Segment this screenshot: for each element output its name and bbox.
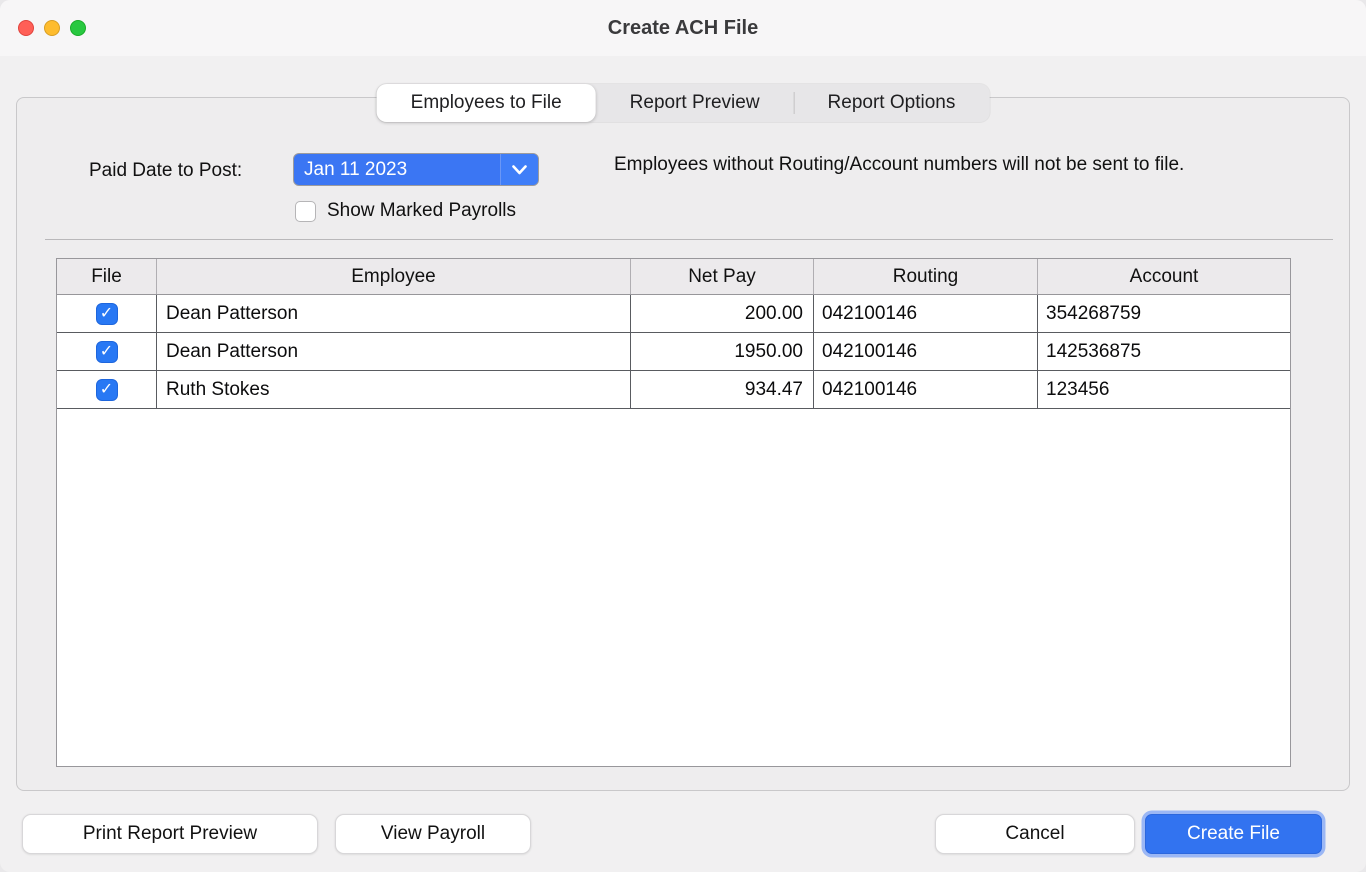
paid-date-value: Jan 11 2023 (294, 154, 500, 185)
paid-date-label: Paid Date to Post: (89, 160, 242, 182)
check-icon: ✓ (100, 382, 113, 398)
check-icon: ✓ (100, 344, 113, 360)
table-row: ✓ Dean Patterson200.00042100146354268759 (57, 295, 1290, 333)
traffic-lights (18, 20, 86, 36)
employees-table: File Employee Net Pay Routing Account ✓ D… (56, 258, 1291, 767)
titlebar: Create ACH File (0, 0, 1366, 56)
account-cell: 123456 (1038, 371, 1290, 408)
close-button[interactable] (18, 20, 34, 36)
routing-cell: 042100146 (814, 333, 1038, 370)
table-row: ✓ Ruth Stokes934.47042100146123456 (57, 371, 1290, 409)
employee-cell: Dean Patterson (157, 333, 631, 370)
window-title: Create ACH File (608, 17, 758, 40)
show-marked-payrolls-label: Show Marked Payrolls (327, 200, 516, 222)
notice-text: Employees without Routing/Account number… (614, 151, 1232, 178)
net-pay-cell: 1950.00 (631, 333, 814, 370)
file-cell: ✓ (57, 333, 157, 370)
account-cell: 354268759 (1038, 295, 1290, 332)
employee-cell: Dean Patterson (157, 295, 631, 332)
employee-cell: Ruth Stokes (157, 371, 631, 408)
view-payroll-button[interactable]: View Payroll (335, 814, 531, 854)
show-marked-payrolls-checkbox[interactable] (295, 201, 316, 222)
account-cell: 142536875 (1038, 333, 1290, 370)
chevron-down-icon[interactable] (500, 154, 538, 185)
zoom-button[interactable] (70, 20, 86, 36)
row-file-checkbox[interactable]: ✓ (96, 341, 118, 363)
table-body: ✓Dean Patterson200.00042100146354268759✓… (57, 295, 1290, 409)
routing-cell: 042100146 (814, 295, 1038, 332)
tab-employees-to-file[interactable]: Employees to File (377, 84, 596, 122)
row-file-checkbox[interactable]: ✓ (96, 379, 118, 401)
file-cell: ✓ (57, 371, 157, 408)
divider (45, 239, 1333, 240)
print-report-preview-button[interactable]: Print Report Preview (22, 814, 318, 854)
minimize-button[interactable] (44, 20, 60, 36)
tab-report-options[interactable]: Report Options (794, 84, 990, 122)
column-header-file: File (57, 259, 157, 294)
cancel-button[interactable]: Cancel (935, 814, 1135, 854)
check-icon: ✓ (100, 306, 113, 322)
net-pay-cell: 934.47 (631, 371, 814, 408)
show-marked-payrolls-row: Show Marked Payrolls (295, 200, 516, 222)
column-header-account: Account (1038, 259, 1290, 294)
file-cell: ✓ (57, 295, 157, 332)
paid-date-select[interactable]: Jan 11 2023 (293, 153, 539, 186)
row-file-checkbox[interactable]: ✓ (96, 303, 118, 325)
create-file-button[interactable]: Create File (1145, 814, 1322, 854)
column-header-net-pay: Net Pay (631, 259, 814, 294)
column-header-employee: Employee (157, 259, 631, 294)
tab-report-preview[interactable]: Report Preview (596, 84, 794, 122)
net-pay-cell: 200.00 (631, 295, 814, 332)
routing-cell: 042100146 (814, 371, 1038, 408)
window: Create ACH File Employees to File Report… (0, 0, 1366, 872)
table-header: File Employee Net Pay Routing Account (57, 259, 1290, 295)
content-panel: Paid Date to Post: Jan 11 2023 Employees… (16, 97, 1350, 791)
table-row: ✓ Dean Patterson1950.00042100146142536875 (57, 333, 1290, 371)
column-header-routing: Routing (814, 259, 1038, 294)
tab-bar: Employees to File Report Preview Report … (377, 84, 990, 122)
